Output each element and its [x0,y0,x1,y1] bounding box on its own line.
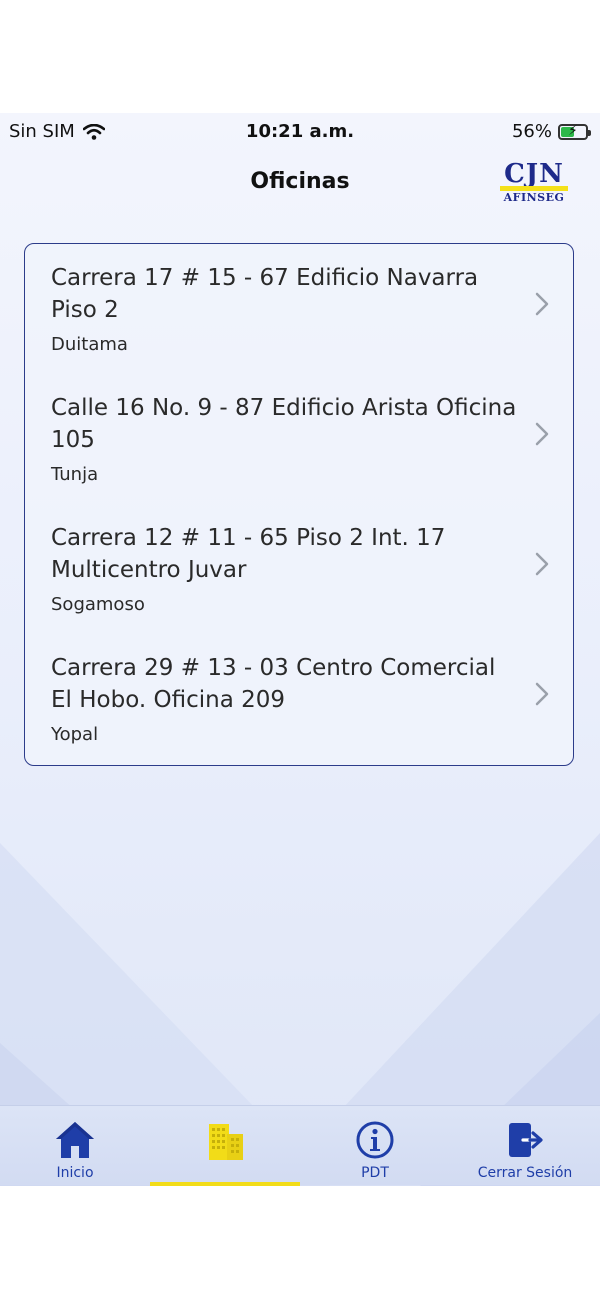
office-address: Carrera 12 # 11 - 65 Piso 2 Int. 17 Mult… [51,525,446,583]
tab-bar: Inicio PDT Cerrar Sesión [0,1105,600,1186]
office-list: Carrera 17 # 15 - 67 Edificio Navarra Pi… [24,243,574,766]
tab-cerrar-sesion[interactable]: Cerrar Sesión [450,1106,600,1186]
tab-oficinas[interactable] [150,1106,300,1186]
chevron-right-icon [535,552,549,576]
office-city: Tunja [51,464,99,485]
clock: 10:21 a.m. [245,121,355,142]
tab-inicio[interactable]: Inicio [0,1106,150,1186]
office-address: Carrera 29 # 13 - 03 Centro Comercial El… [51,655,496,713]
office-city: Sogamoso [51,594,145,615]
chevron-right-icon [535,292,549,316]
office-item-sogamoso[interactable]: Carrera 12 # 11 - 65 Piso 2 Int. 17 Mult… [25,504,573,634]
tab-label: Inicio [56,1165,94,1181]
chevron-right-icon [535,682,549,706]
info-icon [356,1121,394,1159]
office-item-tunja[interactable]: Calle 16 No. 9 - 87 Edificio Arista Ofic… [25,374,573,504]
office-city: Duitama [51,334,128,355]
battery-status: 56% ⚡ [511,121,591,142]
app-screen: Sin SIM 10:21 a.m. 56% ⚡ Oficinas CJN AF… [0,113,600,1186]
office-city: Yopal [51,724,99,745]
building-icon [209,1124,243,1160]
logo-text: AFINSEG [503,191,565,204]
office-address: Calle 16 No. 9 - 87 Edificio Arista Ofic… [51,395,517,453]
tab-label: PDT [361,1165,389,1181]
battery-percent: 56% [511,121,552,142]
logout-icon [509,1123,543,1157]
office-address: Carrera 17 # 15 - 67 Edificio Navarra Pi… [51,265,479,323]
home-icon [56,1122,94,1158]
office-item-duitama[interactable]: Carrera 17 # 15 - 67 Edificio Navarra Pi… [25,244,573,374]
status-bar: Sin SIM 10:21 a.m. 56% ⚡ [0,113,600,149]
tab-label: Cerrar Sesión [477,1165,573,1181]
afinseg-logo: CJN AFINSEG [500,161,568,205]
active-tab-indicator [150,1182,300,1186]
battery-icon: ⚡ [558,123,591,140]
tab-pdt[interactable]: PDT [300,1106,450,1186]
chevron-right-icon [535,422,549,446]
office-item-yopal[interactable]: Carrera 29 # 13 - 03 Centro Comercial El… [25,634,573,764]
